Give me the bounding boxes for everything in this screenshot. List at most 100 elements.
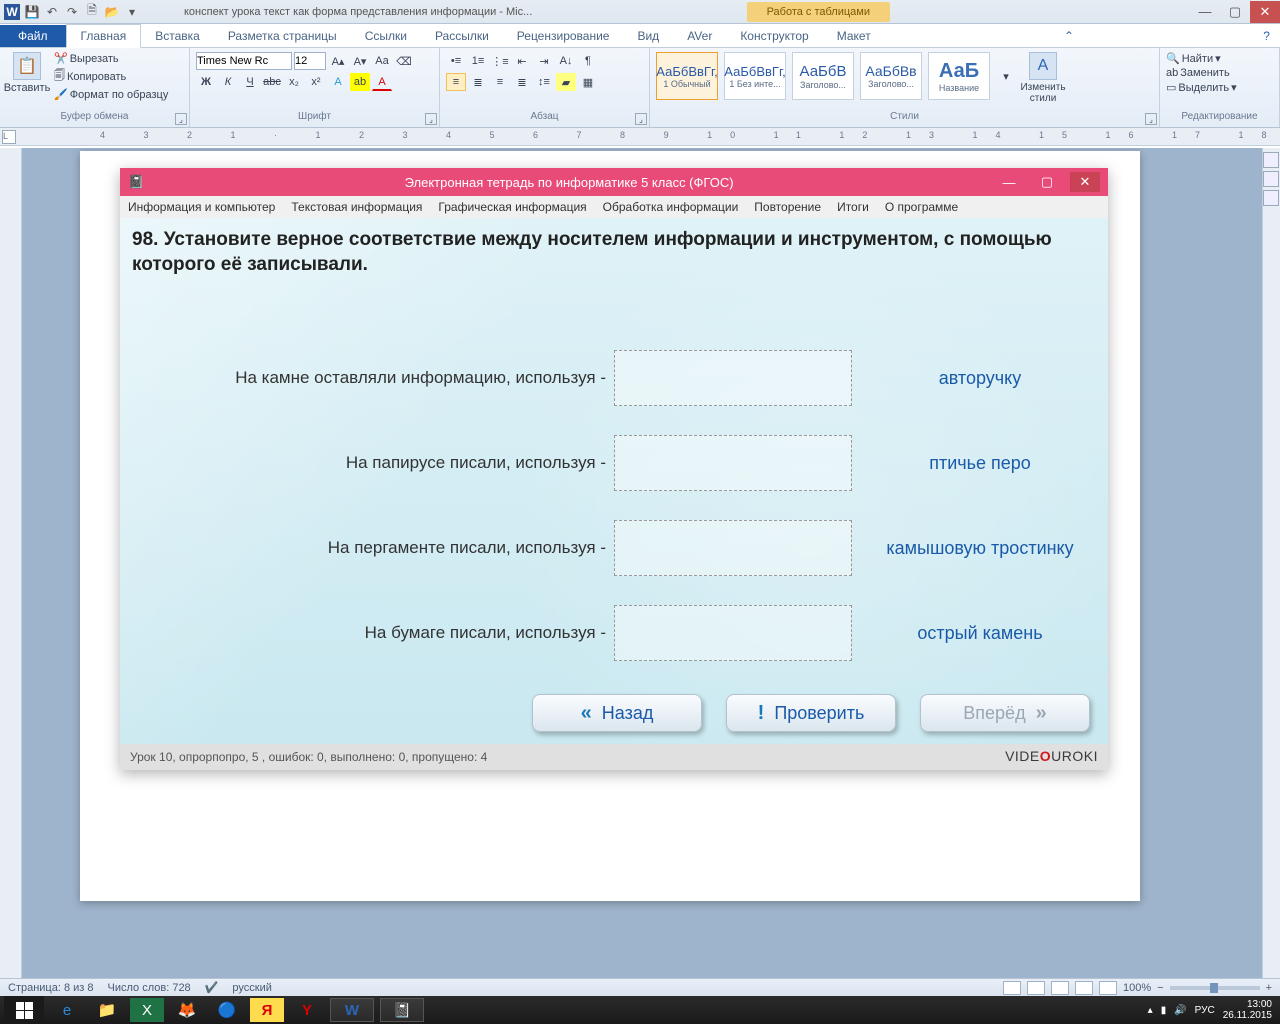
styles-launcher[interactable]: ⌟ bbox=[1145, 113, 1157, 125]
multilevel-icon[interactable]: ⋮≡ bbox=[490, 52, 510, 70]
menu-review[interactable]: Повторение bbox=[754, 200, 821, 214]
align-center-icon[interactable]: ≣ bbox=[468, 73, 488, 91]
horizontal-ruler[interactable]: L 4 3 2 1 · 1 2 3 4 5 6 7 8 9 10 11 12 1… bbox=[0, 128, 1280, 146]
notebook-maximize[interactable]: ▢ bbox=[1032, 172, 1062, 192]
tab-design[interactable]: Конструктор bbox=[726, 25, 822, 47]
decrease-indent-icon[interactable]: ⇤ bbox=[512, 52, 532, 70]
font-size-input[interactable] bbox=[294, 52, 326, 70]
view-full-read[interactable] bbox=[1027, 981, 1045, 995]
menu-about[interactable]: О программе bbox=[885, 200, 958, 214]
drop-zone-3[interactable] bbox=[614, 520, 852, 576]
undo-icon[interactable]: ↶ bbox=[44, 4, 60, 20]
copy-button[interactable]: 🗐Копировать bbox=[54, 67, 168, 86]
paragraph-launcher[interactable]: ⌟ bbox=[635, 113, 647, 125]
tab-review[interactable]: Рецензирование bbox=[503, 25, 624, 47]
tab-mailings[interactable]: Рассылки bbox=[421, 25, 503, 47]
menu-totals[interactable]: Итоги bbox=[837, 200, 869, 214]
check-button[interactable]: !Проверить bbox=[726, 694, 896, 732]
italic-icon[interactable]: К bbox=[218, 73, 238, 91]
qat-more-icon[interactable]: ▾ bbox=[124, 4, 140, 20]
tab-selector[interactable]: L bbox=[2, 130, 16, 144]
zoom-out-icon[interactable]: − bbox=[1157, 982, 1163, 994]
font-launcher[interactable]: ⌟ bbox=[425, 113, 437, 125]
menu-info-computer[interactable]: Информация и компьютер bbox=[128, 200, 275, 214]
tab-file[interactable]: Файл bbox=[0, 25, 66, 47]
tray-clock[interactable]: 13:00 26.11.2015 bbox=[1223, 999, 1272, 1021]
tab-references[interactable]: Ссылки bbox=[351, 25, 421, 47]
task-word[interactable]: W bbox=[330, 998, 374, 1022]
font-color-icon[interactable]: A bbox=[372, 73, 392, 91]
tab-view[interactable]: Вид bbox=[623, 25, 673, 47]
save-icon[interactable]: 💾 bbox=[24, 4, 40, 20]
palette-2[interactable] bbox=[1263, 171, 1279, 187]
word-count[interactable]: Число слов: 728 bbox=[108, 982, 191, 994]
select-button[interactable]: ▭Выделить▾ bbox=[1166, 81, 1237, 94]
zoom-slider[interactable] bbox=[1170, 986, 1260, 990]
answer-4[interactable]: острый камень bbox=[852, 623, 1088, 644]
task-notebook[interactable]: 📓 bbox=[380, 998, 424, 1022]
styles-more-icon[interactable]: ▾ bbox=[996, 67, 1016, 85]
notebook-close[interactable]: ✕ bbox=[1070, 172, 1100, 192]
view-draft[interactable] bbox=[1099, 981, 1117, 995]
answer-3[interactable]: камышовую тростинку bbox=[852, 538, 1088, 559]
change-styles-button[interactable]: A Изменить стили bbox=[1022, 52, 1064, 104]
ie-icon[interactable]: e bbox=[50, 998, 84, 1022]
palette-1[interactable] bbox=[1263, 152, 1279, 168]
drop-zone-1[interactable] bbox=[614, 350, 852, 406]
tab-insert[interactable]: Вставка bbox=[141, 25, 214, 47]
menu-text-info[interactable]: Текстовая информация bbox=[291, 200, 422, 214]
shrink-font-icon[interactable]: A▾ bbox=[350, 52, 370, 70]
tray-network-icon[interactable]: ▮ bbox=[1161, 1005, 1167, 1016]
tray-up-icon[interactable]: ▴ bbox=[1148, 1005, 1153, 1016]
show-marks-icon[interactable]: ¶ bbox=[578, 52, 598, 70]
clipboard-launcher[interactable]: ⌟ bbox=[175, 113, 187, 125]
tab-aver[interactable]: AVer bbox=[673, 25, 726, 47]
help-icon[interactable]: ? bbox=[1253, 25, 1280, 47]
minimize-button[interactable]: — bbox=[1190, 1, 1220, 23]
new-icon[interactable]: 🗎 bbox=[84, 4, 100, 20]
tab-home[interactable]: Главная bbox=[66, 24, 142, 48]
clear-format-icon[interactable]: ⌫ bbox=[394, 52, 414, 70]
styles-gallery[interactable]: АаБбВвГг,1 Обычный АаБбВвГг,1 Без инте..… bbox=[656, 52, 1016, 100]
strike-icon[interactable]: abc bbox=[262, 73, 282, 91]
vertical-ruler[interactable] bbox=[0, 148, 22, 978]
tray-sound-icon[interactable]: 🔊 bbox=[1174, 1005, 1186, 1016]
bullets-icon[interactable]: •≡ bbox=[446, 52, 466, 70]
superscript-icon[interactable]: x² bbox=[306, 73, 326, 91]
shading-icon[interactable]: ▰ bbox=[556, 73, 576, 91]
yandex-browser-icon[interactable]: Y bbox=[290, 998, 324, 1022]
notebook-minimize[interactable]: — bbox=[994, 172, 1024, 192]
view-print-layout[interactable] bbox=[1003, 981, 1021, 995]
font-name-input[interactable] bbox=[196, 52, 292, 70]
zoom-in-icon[interactable]: + bbox=[1266, 982, 1272, 994]
cut-button[interactable]: ✂️Вырезать bbox=[54, 52, 168, 65]
ribbon-minimize-icon[interactable]: ⌃ bbox=[1054, 25, 1084, 47]
palette-3[interactable] bbox=[1263, 190, 1279, 206]
change-case-icon[interactable]: Aa bbox=[372, 52, 392, 70]
menu-graphic-info[interactable]: Графическая информация bbox=[438, 200, 586, 214]
answer-2[interactable]: птичье перо bbox=[852, 453, 1088, 474]
format-painter-button[interactable]: 🖌️Формат по образцу bbox=[54, 88, 168, 101]
chrome-icon[interactable]: 🔵 bbox=[210, 998, 244, 1022]
vertical-scrollbar[interactable] bbox=[1262, 148, 1280, 978]
style-normal[interactable]: АаБбВвГг,1 Обычный bbox=[656, 52, 718, 100]
firefox-icon[interactable]: 🦊 bbox=[170, 998, 204, 1022]
sort-icon[interactable]: A↓ bbox=[556, 52, 576, 70]
yandex-icon[interactable]: Я bbox=[250, 998, 284, 1022]
answer-1[interactable]: авторучку bbox=[852, 368, 1088, 389]
language[interactable]: русский bbox=[232, 982, 271, 994]
redo-icon[interactable]: ↷ bbox=[64, 4, 80, 20]
tab-layout[interactable]: Макет bbox=[823, 25, 885, 47]
next-button[interactable]: Вперёд» bbox=[920, 694, 1090, 732]
align-right-icon[interactable]: ≡ bbox=[490, 73, 510, 91]
grow-font-icon[interactable]: A▴ bbox=[328, 52, 348, 70]
drop-zone-2[interactable] bbox=[614, 435, 852, 491]
style-no-spacing[interactable]: АаБбВвГг,1 Без инте... bbox=[724, 52, 786, 100]
increase-indent-icon[interactable]: ⇥ bbox=[534, 52, 554, 70]
text-effects-icon[interactable]: A bbox=[328, 73, 348, 91]
proofing-icon[interactable]: ✔️ bbox=[205, 981, 219, 994]
tray-lang[interactable]: РУС bbox=[1195, 1005, 1215, 1016]
underline-icon[interactable]: Ч bbox=[240, 73, 260, 91]
start-button[interactable] bbox=[4, 996, 44, 1024]
open-icon[interactable]: 📂 bbox=[104, 4, 120, 20]
